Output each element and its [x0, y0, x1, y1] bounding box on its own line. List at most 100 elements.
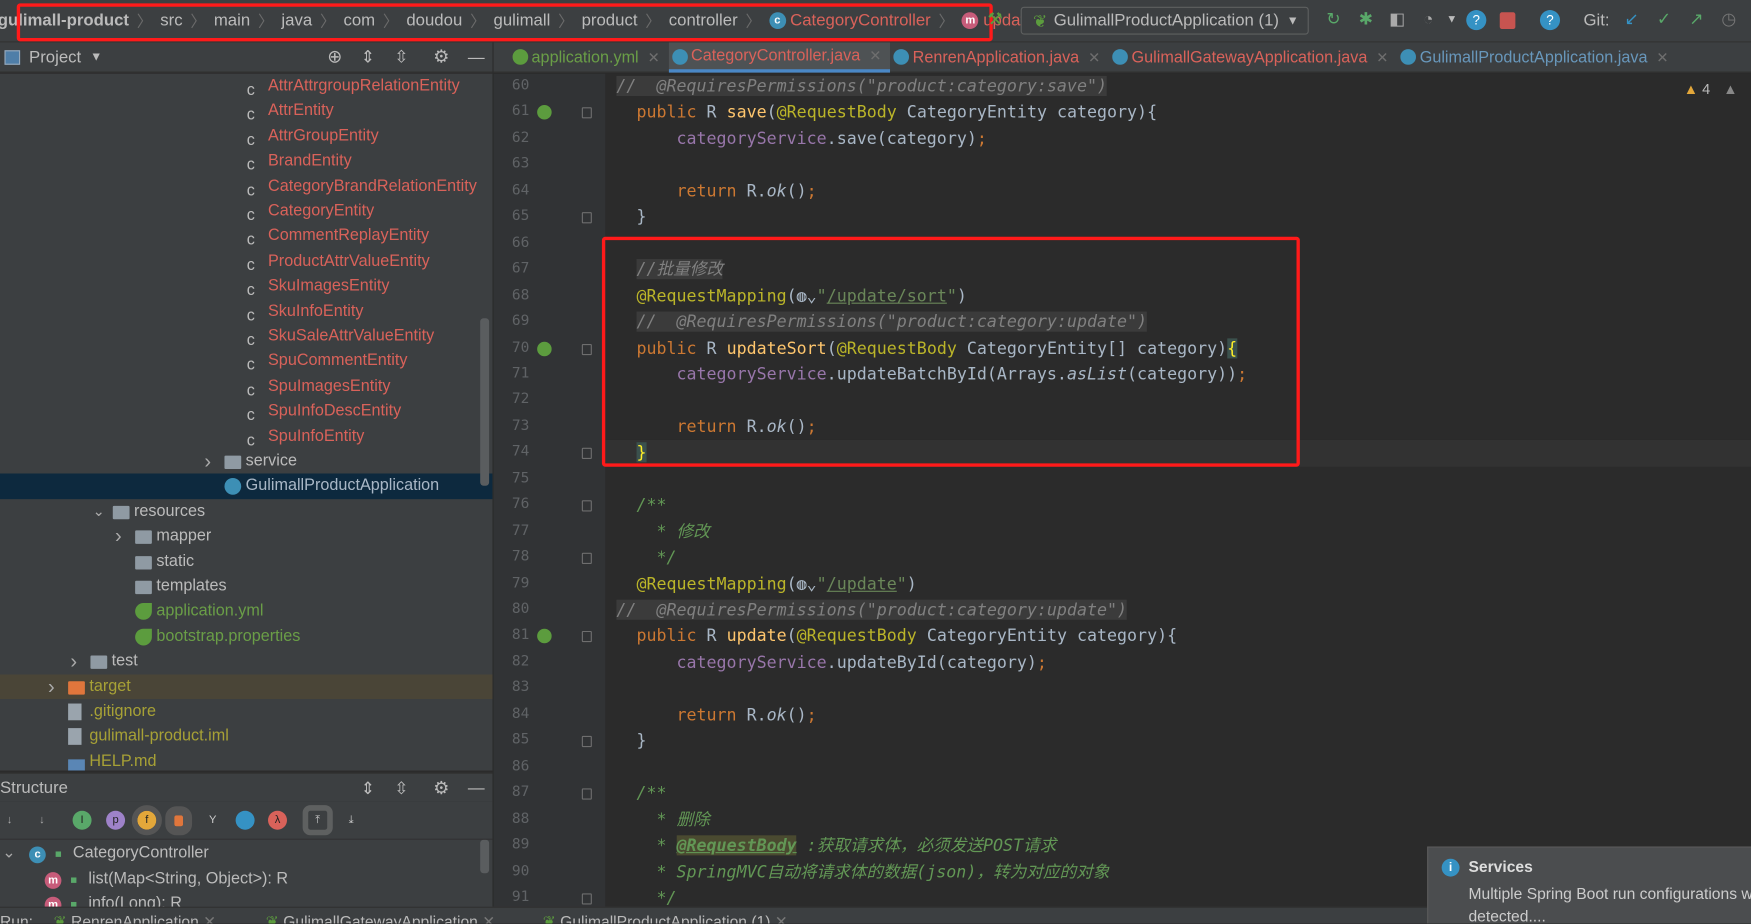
sort-by-visibility-icon[interactable]: ↓: [0, 811, 19, 830]
breadcrumb-item[interactable]: 〉 controller: [637, 9, 737, 31]
inspection-widget[interactable]: ▲ 4 ▲: [1684, 80, 1738, 97]
build-hammer-icon[interactable]: ⚒: [985, 10, 1005, 30]
fold-marker-icon[interactable]: [581, 736, 592, 748]
minimize-icon[interactable]: —: [468, 47, 485, 66]
tree-item[interactable]: c ProductAttrValueEntity: [0, 249, 492, 274]
close-icon[interactable]: ✕: [1656, 49, 1668, 67]
run-tab[interactable]: ❦ GulimallProductApplication (1) ✕: [543, 912, 788, 923]
run-tab[interactable]: ❦ GulimallGatewayApplication ✕: [266, 912, 496, 923]
structure-scrollbar[interactable]: [480, 839, 490, 874]
fold-marker-icon[interactable]: [581, 500, 592, 512]
show-anonymous-icon[interactable]: Y: [203, 811, 222, 830]
close-icon[interactable]: ✕: [199, 912, 216, 923]
show-non-public-icon[interactable]: [165, 806, 193, 836]
autoscroll-to-source-icon[interactable]: ⤒: [302, 805, 333, 836]
tree-item[interactable]: HELP.md: [0, 749, 492, 771]
close-icon[interactable]: ✕: [1088, 49, 1100, 67]
services-notification[interactable]: i Services Multiple Spring Boot run conf…: [1427, 846, 1751, 924]
profile-icon[interactable]: ◔: [1418, 10, 1438, 30]
tab-gulimallproductapplication-java[interactable]: GulimallProductApplication.java ✕: [1397, 42, 1677, 72]
tree-item[interactable]: › service: [0, 449, 492, 474]
tree-item[interactable]: c SpuInfoDescEntity: [0, 399, 492, 424]
close-icon[interactable]: ✕: [648, 49, 660, 67]
tree-item[interactable]: c CategoryEntity: [0, 199, 492, 224]
tree-item[interactable]: c CategoryBrandRelationEntity: [0, 174, 492, 199]
breadcrumb-item[interactable]: gulimall-product: [0, 11, 129, 30]
tree-item[interactable]: bootstrap.properties: [0, 624, 492, 649]
tree-item[interactable]: c AttrAttrgroupRelationEntity: [0, 74, 492, 99]
run-configuration-select[interactable]: ❦ GulimallProductApplication (1) ▼: [1020, 6, 1309, 35]
close-icon[interactable]: ✕: [869, 47, 881, 65]
minimize-icon[interactable]: —: [468, 778, 485, 797]
fold-marker-icon[interactable]: [581, 107, 592, 119]
show-lambdas-icon[interactable]: λ: [268, 810, 287, 830]
breadcrumb-item[interactable]: 〉 java: [250, 9, 312, 31]
tab-gulimallgatewayapplication-java[interactable]: GulimallGatewayApplication.java ✕: [1109, 42, 1397, 72]
fold-marker-icon[interactable]: [581, 788, 592, 800]
project-title[interactable]: Project: [29, 47, 81, 66]
tab-application-yml[interactable]: application.yml ✕: [509, 42, 668, 72]
tree-item[interactable]: templates: [0, 574, 492, 599]
tree-item[interactable]: gulimall-product.iml: [0, 724, 492, 749]
project-tree-scrollbar[interactable]: [480, 318, 490, 486]
collapse-all-icon[interactable]: ⇳: [394, 778, 408, 798]
tree-item[interactable]: c SpuInfoEntity: [0, 424, 492, 449]
tree-item[interactable]: › test: [0, 649, 492, 674]
locate-icon[interactable]: ⊕: [327, 46, 342, 68]
tree-item[interactable]: c SkuImagesEntity: [0, 274, 492, 299]
breadcrumb-item[interactable]: 〉 product: [550, 9, 637, 31]
breadcrumb-item[interactable]: 〉 com: [312, 9, 375, 31]
breadcrumb-item[interactable]: 〉 main: [183, 9, 250, 31]
tree-item[interactable]: c SkuSaleAttrValueEntity: [0, 324, 492, 349]
chevron-right-icon[interactable]: ›: [204, 449, 211, 474]
tab-renrenapplication-java[interactable]: RenrenApplication.java ✕: [890, 42, 1109, 72]
breadcrumb-item[interactable]: 〉 src: [129, 9, 183, 31]
tree-item[interactable]: c SpuImagesEntity: [0, 374, 492, 399]
tree-item[interactable]: c BrandEntity: [0, 149, 492, 174]
gear-icon[interactable]: ⚙: [433, 46, 449, 68]
coverage-icon[interactable]: ◧: [1387, 10, 1407, 30]
close-icon[interactable]: ✕: [478, 912, 495, 923]
gear-icon[interactable]: ⚙: [433, 777, 449, 799]
stop-icon[interactable]: [1499, 12, 1516, 30]
spring-bean-gutter-icon[interactable]: [537, 105, 552, 120]
debug-bug-icon[interactable]: ✱: [1356, 10, 1376, 30]
structure-root[interactable]: ⌄ c ■ CategoryController: [2, 841, 209, 866]
chevron-right-icon[interactable]: ›: [48, 674, 55, 699]
speed-icon[interactable]: ?: [1466, 10, 1487, 31]
tree-item[interactable]: c CommentReplayEntity: [0, 224, 492, 249]
structure-item[interactable]: m ■ info(Long): R: [44, 891, 182, 907]
git-commit-icon[interactable]: ✓: [1654, 10, 1674, 30]
chevron-down-icon[interactable]: ▼: [90, 50, 102, 63]
show-interfaces-icon[interactable]: [235, 810, 255, 830]
rerun-icon[interactable]: ↻: [1323, 10, 1343, 30]
expand-all-icon[interactable]: ⇕: [361, 778, 375, 798]
chevron-down-icon[interactable]: ⌄: [93, 499, 105, 524]
tree-item[interactable]: c SpuCommentEntity: [0, 349, 492, 374]
spring-bean-gutter-icon[interactable]: [537, 341, 552, 356]
fold-marker-icon[interactable]: [581, 893, 592, 905]
code-editor[interactable]: 60 61 62 63 64 65 66 67 68 69 70 71 72 73 74 75 76 77 78 79…: [493, 73, 1751, 907]
collapse-all-icon[interactable]: ⇳: [394, 47, 408, 67]
breadcrumb-item[interactable]: 〉 doudou: [375, 9, 462, 31]
expand-all-icon[interactable]: ⇕: [361, 47, 375, 67]
chevron-right-icon[interactable]: ›: [70, 649, 77, 674]
tree-item[interactable]: application.yml: [0, 599, 492, 624]
run-tab[interactable]: ❦ RenrenApplication ✕: [54, 912, 217, 923]
tree-item[interactable]: › mapper: [0, 524, 492, 549]
tree-item[interactable]: c AttrEntity: [0, 99, 492, 124]
sort-alpha-icon[interactable]: ↓: [32, 811, 51, 830]
show-properties-icon[interactable]: p: [106, 810, 126, 830]
show-inherited-icon[interactable]: I: [72, 810, 92, 830]
fold-marker-icon[interactable]: [581, 552, 592, 565]
breadcrumb-item[interactable]: 〉 c CategoryController: [738, 9, 930, 31]
help-icon[interactable]: ?: [1539, 10, 1561, 31]
tree-item[interactable]: c SkuInfoEntity: [0, 299, 492, 324]
structure-item[interactable]: m ■ list(Map<String, Object>): R: [44, 867, 288, 892]
tab-categorycontroller-java[interactable]: CategoryController.java ✕: [668, 42, 891, 73]
git-push-icon[interactable]: ↗: [1686, 10, 1706, 30]
fold-marker-icon[interactable]: [581, 448, 592, 460]
chevron-down-icon[interactable]: ▼: [1442, 10, 1462, 30]
chevron-right-icon[interactable]: ›: [115, 524, 122, 549]
show-fields-icon[interactable]: f: [131, 805, 162, 836]
